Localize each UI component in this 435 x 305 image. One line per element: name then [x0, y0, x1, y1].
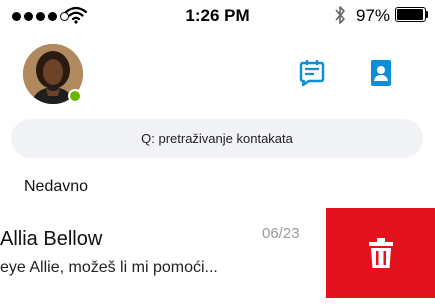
search-placeholder: Q: pretraživanje kontakata — [141, 131, 293, 146]
delete-button[interactable] — [326, 208, 435, 298]
presence-status-icon — [68, 89, 82, 103]
search-input[interactable]: Q: pretraživanje kontakata — [11, 119, 423, 158]
new-chat-icon — [299, 60, 325, 87]
battery-level — [397, 9, 424, 20]
bluetooth-icon — [334, 5, 346, 30]
status-bar: 1:26 PM 97% — [0, 0, 435, 32]
conversation-name: Allia Bellow — [0, 228, 103, 250]
contacts-icon — [371, 60, 391, 86]
conversation-date: 06/23 — [262, 225, 300, 242]
trash-icon — [368, 238, 393, 268]
battery-percent: 97% — [356, 6, 391, 25]
battery-icon — [395, 7, 426, 22]
section-recent-label: Nedavno — [24, 178, 89, 195]
battery-tip — [426, 11, 428, 18]
conversation-row[interactable]: Allia Bellow 06/23 eye Allie, možeš li m… — [0, 208, 435, 298]
conversation-preview: eye Allie, možeš li mi pomoći... — [0, 259, 218, 276]
new-chat-button[interactable] — [297, 58, 327, 88]
contacts-button[interactable] — [366, 58, 396, 88]
